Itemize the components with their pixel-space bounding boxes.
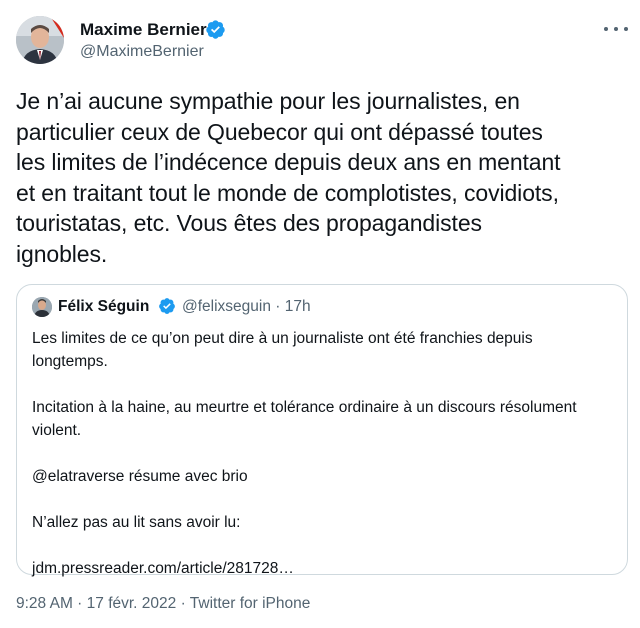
tweet-text: Je n’ai aucune sympathie pour les journa… <box>16 88 561 267</box>
quoted-handle-time: @felixseguin · 17h <box>182 298 311 315</box>
author-avatar[interactable] <box>16 16 64 64</box>
author-handle[interactable]: @MaximeBernier <box>80 43 204 61</box>
quoted-verified-badge-icon <box>158 297 176 315</box>
tweet-meta[interactable]: 9:28 AM · 17 févr. 2022 · Twitter for iP… <box>16 595 310 613</box>
quoted-link: jdm.pressreader.com/article/281728… <box>32 560 294 577</box>
quoted-paragraph: N’allez pas au lit sans avoir lu: <box>32 514 241 531</box>
quoted-paragraph: Incitation à la haine, au meurtre et tol… <box>32 399 577 439</box>
more-horizontal-icon[interactable] <box>604 23 628 35</box>
quoted-paragraph: Les limites de ce qu’on peut dire à un j… <box>32 330 533 370</box>
quoted-mention: @elatraverse résume avec brio <box>32 468 248 485</box>
author-name[interactable]: Maxime Bernier <box>80 20 207 40</box>
verified-badge-icon <box>205 19 226 40</box>
quoted-author-name: Félix Séguin <box>58 298 150 315</box>
quoted-tweet-text: Les limites de ce qu’on peut dire à un j… <box>32 327 612 603</box>
quoted-tweet[interactable]: Félix Séguin @felixseguin · 17h Les limi… <box>16 284 628 577</box>
quoted-author-avatar <box>32 297 52 317</box>
